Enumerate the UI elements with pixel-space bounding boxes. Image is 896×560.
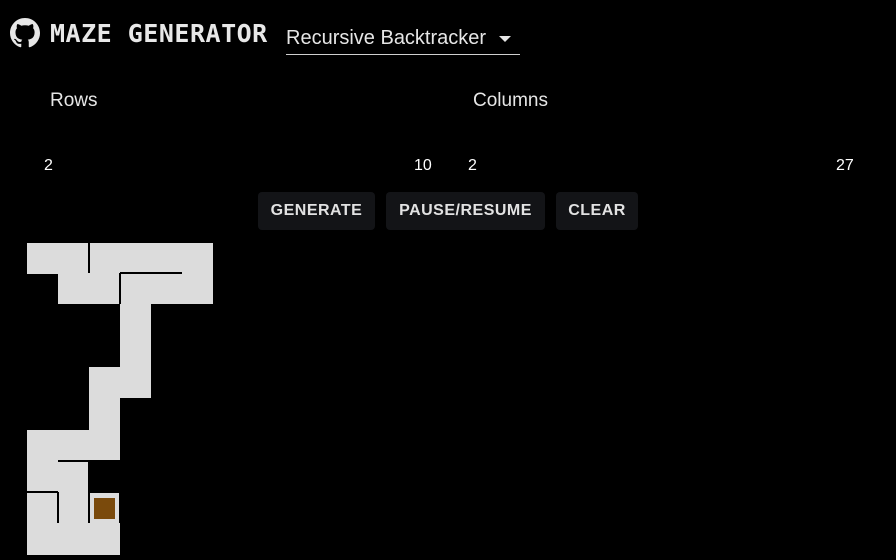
maze-cell <box>182 243 213 274</box>
maze-cell <box>120 335 151 367</box>
maze-cell <box>58 461 89 493</box>
maze-cell <box>89 430 120 462</box>
maze-cell <box>27 461 58 493</box>
maze-cell <box>151 273 182 304</box>
maze-cell <box>151 243 182 274</box>
maze-cell <box>58 523 89 555</box>
maze-cell <box>120 304 151 336</box>
maze-cell <box>27 492 58 524</box>
maze-cell <box>89 273 120 304</box>
maze-canvas <box>27 243 213 555</box>
maze-cell <box>182 273 213 304</box>
maze-cell <box>27 430 58 462</box>
maze-cell <box>120 367 151 398</box>
maze-cell <box>27 243 58 274</box>
maze-cell <box>89 367 120 398</box>
maze-cell <box>89 398 120 430</box>
maze-cell <box>27 523 58 555</box>
maze-cell <box>58 243 89 274</box>
maze-cell <box>120 243 151 274</box>
maze-cell <box>120 273 151 304</box>
current-cell-marker <box>94 498 115 519</box>
maze-cell <box>89 243 120 274</box>
maze-cell <box>89 523 120 555</box>
maze-cell <box>58 273 89 304</box>
maze-cell <box>58 492 89 524</box>
maze-cell <box>58 430 89 462</box>
